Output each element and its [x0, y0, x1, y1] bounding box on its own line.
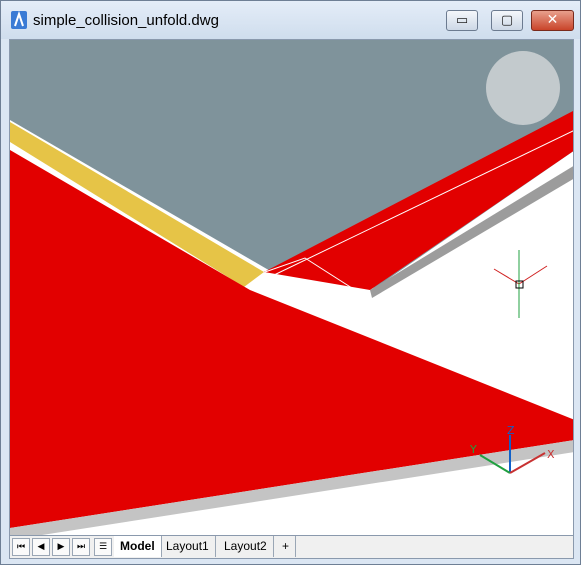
minimize-icon: ▭ — [455, 13, 469, 28]
maximize-icon: ▢ — [500, 13, 514, 28]
nav-wheel-icon[interactable] — [486, 51, 560, 125]
ucs-y-label: Y — [469, 443, 477, 456]
minimize-button[interactable]: ▭ — [446, 10, 478, 31]
tab-layout2[interactable]: Layout2 — [218, 536, 274, 557]
close-button[interactable]: ✕ — [531, 10, 574, 31]
layout-tab-bar: ⏮ ◀ ▶ ⏭ ☰ Model Layout1 Layout2 + — [9, 536, 574, 559]
app-window: simple_collision_unfold.dwg ▭ ▢ ✕ Z X Y … — [0, 0, 581, 565]
dwg-file-icon — [11, 11, 27, 29]
maximize-button[interactable]: ▢ — [491, 10, 523, 31]
ucs-z-label: Z — [507, 424, 515, 437]
tab-model[interactable]: Model — [114, 536, 162, 557]
model-viewport[interactable]: Z X Y — [9, 39, 574, 536]
next-tab-button[interactable]: ▶ — [52, 538, 70, 556]
drawing-canvas: Z X Y — [10, 40, 573, 535]
tab-layout1[interactable]: Layout1 — [160, 536, 216, 557]
close-icon: ✕ — [546, 12, 559, 28]
list-icon: ☰ — [98, 542, 108, 552]
crosshair-cursor-icon — [493, 250, 548, 318]
title-bar[interactable]: simple_collision_unfold.dwg ▭ ▢ ✕ — [1, 1, 580, 39]
last-tab-button[interactable]: ⏭ — [72, 538, 90, 556]
first-tab-button[interactable]: ⏮ — [12, 538, 30, 556]
tab-list-button[interactable]: ☰ — [94, 538, 112, 556]
prev-tab-button[interactable]: ◀ — [32, 538, 50, 556]
window-title: simple_collision_unfold.dwg — [33, 12, 219, 29]
add-layout-button[interactable]: + — [276, 536, 297, 557]
ucs-x-label: X — [547, 448, 555, 461]
